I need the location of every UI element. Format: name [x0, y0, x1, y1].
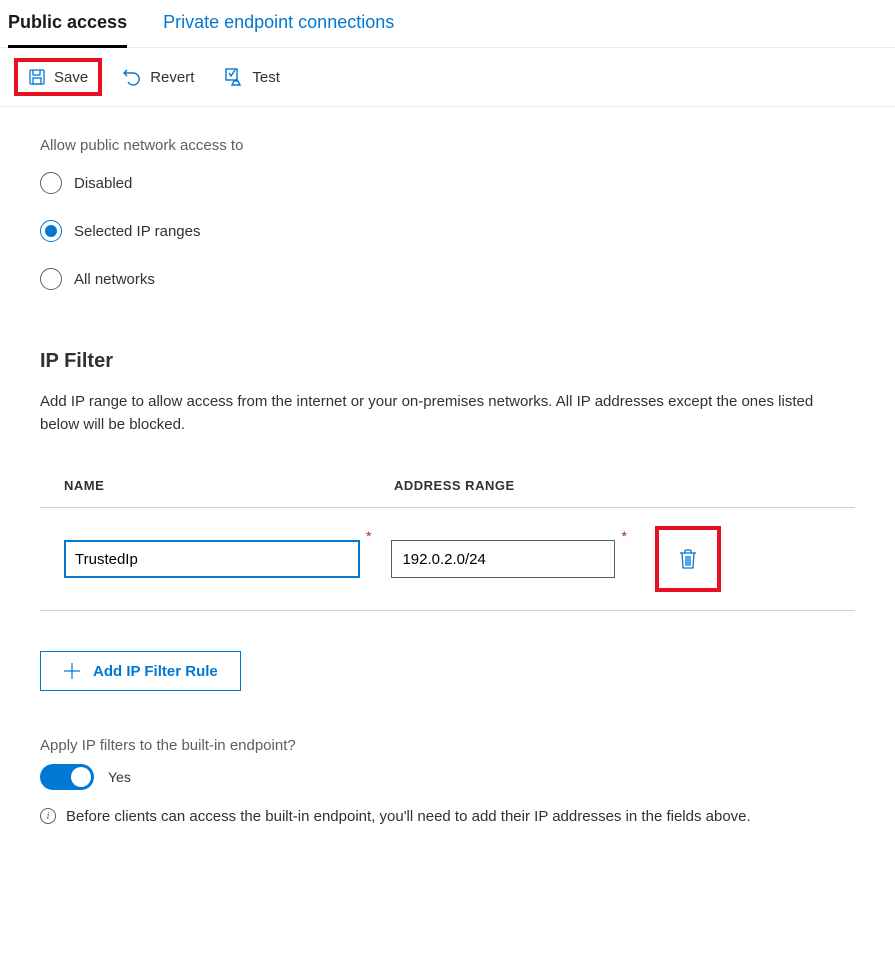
tab-public-access[interactable]: Public access: [8, 0, 127, 48]
access-section-label: Allow public network access to: [40, 137, 855, 154]
toolbar: Save Revert Test: [0, 48, 895, 107]
ip-filter-heading: IP Filter: [40, 350, 855, 373]
radio-label-disabled: Disabled: [74, 175, 132, 192]
apply-note: i Before clients can access the built-in…: [40, 806, 855, 829]
test-icon: [224, 67, 244, 87]
apply-toggle-row: Yes: [40, 764, 855, 790]
delete-button[interactable]: [678, 548, 698, 570]
revert-label: Revert: [150, 69, 194, 86]
radio-label-all: All networks: [74, 271, 155, 288]
apply-filters-label: Apply IP filters to the built-in endpoin…: [40, 737, 855, 754]
ip-addr-input[interactable]: [391, 540, 615, 578]
required-mark: *: [621, 526, 626, 544]
test-label: Test: [252, 69, 280, 86]
access-radio-group: Disabled Selected IP ranges All networks: [40, 172, 855, 290]
col-header-addr: ADDRESS RANGE: [394, 478, 831, 493]
required-mark: *: [366, 526, 371, 544]
info-icon: i: [40, 808, 56, 824]
radio-icon: [40, 172, 62, 194]
revert-button[interactable]: Revert: [112, 61, 204, 93]
save-label: Save: [54, 69, 88, 86]
trash-icon: [678, 548, 698, 570]
radio-label-selected: Selected IP ranges: [74, 223, 200, 240]
revert-icon: [122, 67, 142, 87]
ip-table-header: NAME ADDRESS RANGE: [40, 464, 855, 508]
test-button[interactable]: Test: [214, 61, 290, 93]
apply-filters-section: Apply IP filters to the built-in endpoin…: [40, 737, 855, 829]
radio-all-networks[interactable]: All networks: [40, 268, 855, 290]
radio-selected-ip[interactable]: Selected IP ranges: [40, 220, 855, 242]
save-icon: [28, 68, 46, 86]
apply-toggle[interactable]: [40, 764, 94, 790]
radio-disabled[interactable]: Disabled: [40, 172, 855, 194]
tab-private-endpoint[interactable]: Private endpoint connections: [163, 0, 394, 47]
radio-icon: [40, 268, 62, 290]
radio-icon: [40, 220, 62, 242]
tab-bar: Public access Private endpoint connectio…: [0, 0, 895, 48]
save-button[interactable]: Save: [18, 62, 98, 92]
add-ip-filter-button[interactable]: Add IP Filter Rule: [40, 651, 241, 691]
col-header-name: NAME: [64, 478, 394, 493]
content-area: Allow public network access to Disabled …: [0, 107, 895, 869]
plus-icon: [63, 662, 81, 680]
highlight-save: Save: [14, 58, 102, 96]
add-ip-filter-label: Add IP Filter Rule: [93, 663, 218, 680]
apply-toggle-value: Yes: [108, 769, 131, 785]
apply-note-text: Before clients can access the built-in e…: [66, 806, 751, 829]
ip-filter-row: * *: [40, 508, 855, 611]
highlight-delete: [655, 526, 721, 592]
ip-filter-description: Add IP range to allow access from the in…: [40, 391, 855, 436]
ip-name-input[interactable]: [64, 540, 360, 578]
toggle-knob: [71, 767, 91, 787]
